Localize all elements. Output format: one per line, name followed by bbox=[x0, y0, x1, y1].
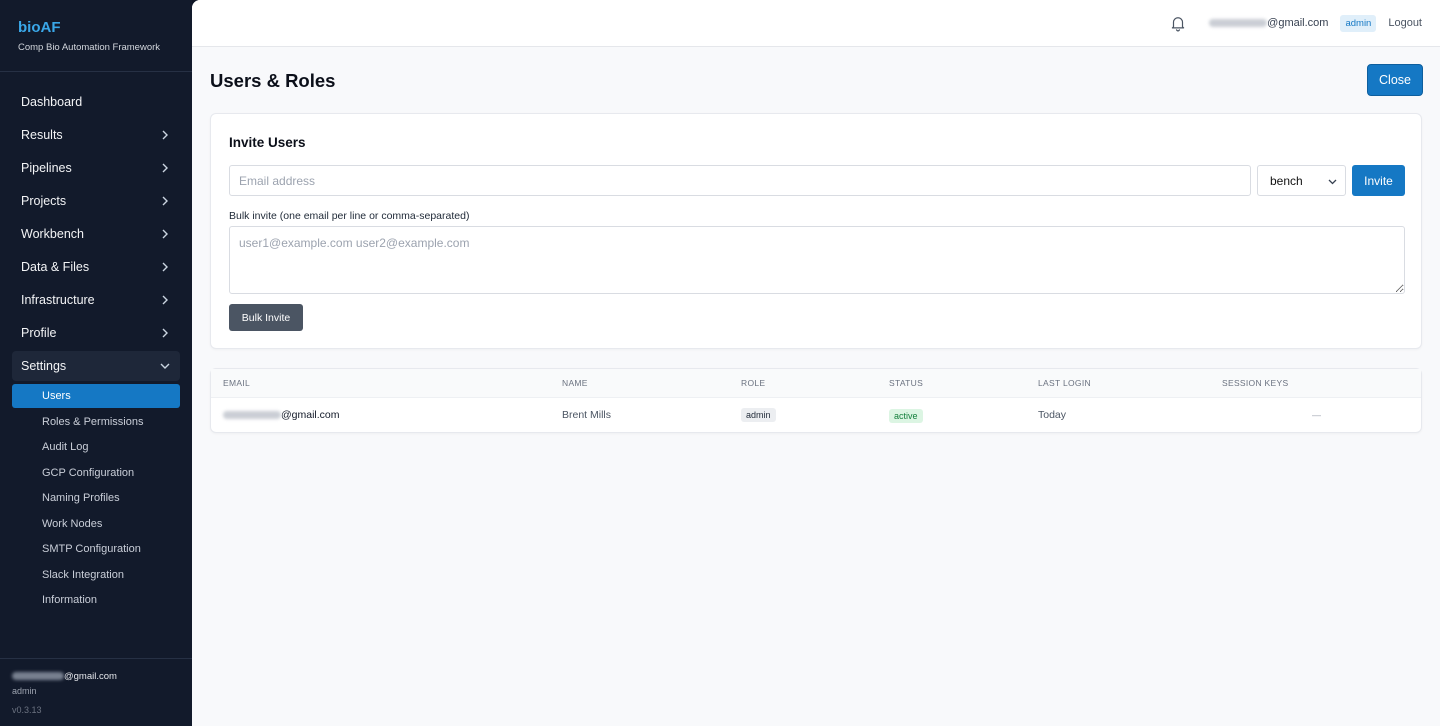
chevron-right-icon bbox=[159, 294, 171, 306]
chevron-down-icon bbox=[159, 360, 171, 372]
sidebar-item-settings[interactable]: Settings bbox=[12, 351, 180, 381]
user-email: @gmail.com bbox=[1209, 17, 1328, 29]
app-title[interactable]: bioAF bbox=[18, 19, 174, 36]
users-table: EMAIL NAME ROLE STATUS LAST LOGIN SESSIO… bbox=[210, 368, 1422, 433]
brand: bioAF Comp Bio Automation Framework bbox=[0, 0, 192, 72]
bell-icon[interactable] bbox=[1169, 14, 1187, 32]
sidebar-item-label: Settings bbox=[21, 359, 67, 373]
column-header-role[interactable]: ROLE bbox=[741, 378, 765, 388]
redacted-text bbox=[1209, 19, 1268, 28]
close-button[interactable]: Close bbox=[1367, 64, 1423, 96]
bulk-invite-label: Bulk invite (one email per line or comma… bbox=[229, 210, 470, 222]
role-pill: admin bbox=[741, 408, 776, 422]
status-badge: active bbox=[889, 409, 923, 423]
sidebar-subitem-roles-permissions[interactable]: Roles & Permissions bbox=[12, 410, 180, 434]
sidebar-subitem-information[interactable]: Information bbox=[12, 588, 180, 612]
column-header-last-login[interactable]: LAST LOGIN bbox=[1038, 378, 1091, 388]
sidebar: bioAF Comp Bio Automation Framework Dash… bbox=[0, 0, 192, 726]
sidebar-nav: Dashboard Results Pipelines Projects Wor… bbox=[0, 72, 192, 612]
role-select-value: bench bbox=[1270, 173, 1303, 188]
column-header-status[interactable]: STATUS bbox=[889, 378, 923, 388]
chevron-right-icon bbox=[159, 195, 171, 207]
column-header-email[interactable]: EMAIL bbox=[223, 378, 250, 388]
app-subtitle: Comp Bio Automation Framework bbox=[18, 42, 161, 53]
sidebar-item-profile[interactable]: Profile bbox=[12, 318, 180, 348]
redacted-text bbox=[12, 672, 64, 681]
chevron-right-icon bbox=[159, 261, 171, 273]
column-header-name[interactable]: NAME bbox=[562, 378, 588, 388]
app-version: v0.3.13 bbox=[12, 705, 42, 715]
footer-user-role: admin bbox=[12, 686, 37, 696]
sidebar-subitem-gcp-configuration[interactable]: GCP Configuration bbox=[12, 461, 180, 485]
sidebar-footer: @gmail.com admin v0.3.13 bbox=[0, 658, 192, 726]
chevron-right-icon bbox=[159, 129, 171, 141]
sidebar-item-label: Workbench bbox=[21, 227, 84, 241]
page-title: Users & Roles bbox=[210, 70, 336, 91]
role-select[interactable]: bench bbox=[1257, 165, 1346, 196]
sidebar-subitem-users[interactable]: Users bbox=[12, 384, 180, 408]
user-email-cell: @gmail.com bbox=[223, 409, 340, 421]
user-name-cell: Brent Mills bbox=[562, 409, 612, 421]
bulk-invite-textarea[interactable] bbox=[229, 226, 1405, 294]
logout-link[interactable]: Logout bbox=[1388, 17, 1422, 29]
chevron-right-icon bbox=[159, 162, 171, 174]
sidebar-item-label: Results bbox=[21, 128, 63, 142]
chevron-right-icon bbox=[159, 327, 171, 339]
footer-user-email: @gmail.com bbox=[12, 671, 180, 682]
sidebar-item-workbench[interactable]: Workbench bbox=[12, 219, 180, 249]
sidebar-item-label: Infrastructure bbox=[21, 293, 95, 307]
sidebar-item-label: Data & Files bbox=[21, 260, 90, 274]
sidebar-item-label: Profile bbox=[21, 326, 57, 340]
main-content: @gmail.com admin Logout Users & Roles Cl… bbox=[192, 0, 1440, 726]
sidebar-item-pipelines[interactable]: Pipelines bbox=[12, 153, 180, 183]
chevron-right-icon bbox=[159, 228, 171, 240]
table-header: EMAIL NAME ROLE STATUS LAST LOGIN SESSIO… bbox=[211, 369, 1421, 398]
chevron-down-icon bbox=[1328, 174, 1337, 188]
sidebar-item-dashboard[interactable]: Dashboard bbox=[12, 87, 180, 117]
sidebar-item-projects[interactable]: Projects bbox=[12, 186, 180, 216]
session-keys-cell: — bbox=[1312, 410, 1321, 420]
sidebar-subitem-smtp-configuration[interactable]: SMTP Configuration bbox=[12, 537, 180, 561]
sidebar-subitem-audit-log[interactable]: Audit Log bbox=[12, 435, 180, 459]
settings-submenu: Users Roles & Permissions Audit Log GCP … bbox=[0, 384, 192, 612]
sidebar-item-label: Dashboard bbox=[21, 95, 83, 109]
invite-users-title: Invite Users bbox=[229, 135, 306, 150]
column-header-session-keys[interactable]: SESSION KEYS bbox=[1222, 378, 1288, 388]
sidebar-subitem-naming-profiles[interactable]: Naming Profiles bbox=[12, 486, 180, 510]
sidebar-item-infrastructure[interactable]: Infrastructure bbox=[12, 285, 180, 315]
sidebar-item-data-files[interactable]: Data & Files bbox=[12, 252, 180, 282]
bulk-invite-button[interactable]: Bulk Invite bbox=[229, 304, 303, 331]
invite-button[interactable]: Invite bbox=[1352, 165, 1405, 196]
table-row[interactable]: @gmail.com Brent Mills admin active Toda… bbox=[211, 398, 1421, 433]
redacted-text bbox=[223, 411, 281, 420]
sidebar-item-label: Projects bbox=[21, 194, 67, 208]
role-badge: admin bbox=[1340, 14, 1377, 32]
email-input[interactable] bbox=[229, 165, 1251, 196]
sidebar-subitem-work-nodes[interactable]: Work Nodes bbox=[12, 512, 180, 536]
invite-users-card: Invite Users bench Invite Bulk invite (o… bbox=[210, 113, 1422, 349]
last-login-cell: Today bbox=[1038, 409, 1067, 421]
page-header: Users & Roles Close bbox=[210, 64, 1423, 97]
sidebar-subitem-slack-integration[interactable]: Slack Integration bbox=[12, 563, 180, 587]
sidebar-item-label: Pipelines bbox=[21, 161, 72, 175]
sidebar-item-results[interactable]: Results bbox=[12, 120, 180, 150]
topbar: @gmail.com admin Logout bbox=[192, 0, 1440, 47]
